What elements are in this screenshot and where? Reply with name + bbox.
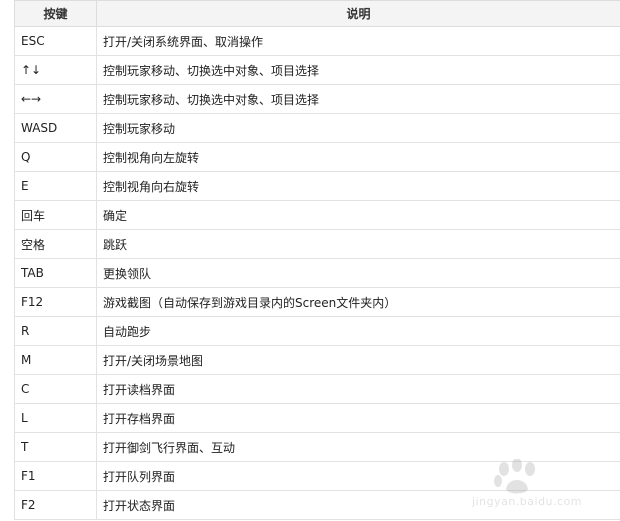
key-cell: T — [14, 432, 97, 462]
description-cell: 确定 — [96, 200, 620, 230]
key-cell: F1 — [14, 461, 97, 491]
key-bindings-table: 按键 说明 ESC 打开/关闭系统界面、取消操作 ↑↓ 控制玩家移动、切换选中对象、项… — [14, 0, 620, 520]
table-row: F2 打开状态界面 — [14, 490, 620, 520]
table-row: F12 游戏截图（自动保存到游戏目录内的Screen文件夹内） — [14, 287, 620, 317]
table-row: E 控制视角向右旋转 — [14, 171, 620, 201]
table-row: M 打开/关闭场景地图 — [14, 345, 620, 375]
key-cell: ESC — [14, 26, 97, 56]
table-body: ESC 打开/关闭系统界面、取消操作 ↑↓ 控制玩家移动、切换选中对象、项目选择 ←→ 控… — [14, 26, 620, 520]
key-cell: M — [14, 345, 97, 375]
description-cell: 控制玩家移动、切换选中对象、项目选择 — [96, 84, 620, 114]
description-cell: 打开/关闭场景地图 — [96, 345, 620, 375]
key-cell: TAB — [14, 258, 97, 288]
table-row: F1 打开队列界面 — [14, 461, 620, 491]
table-row: Q 控制视角向左旋转 — [14, 142, 620, 172]
description-cell: 游戏截图（自动保存到游戏目录内的Screen文件夹内） — [96, 287, 620, 317]
key-cell: L — [14, 403, 97, 433]
description-cell: 打开御剑飞行界面、互动 — [96, 432, 620, 462]
table-row: TAB 更换领队 — [14, 258, 620, 288]
table-row: R 自动跑步 — [14, 316, 620, 346]
key-cell: 回车 — [14, 200, 97, 230]
description-cell: 打开队列界面 — [96, 461, 620, 491]
header-description: 说明 — [96, 0, 620, 27]
description-cell: 打开读档界面 — [96, 374, 620, 404]
key-cell: C — [14, 374, 97, 404]
description-cell: 控制视角向左旋转 — [96, 142, 620, 172]
key-cell: Q — [14, 142, 97, 172]
header-key: 按键 — [14, 0, 97, 27]
description-cell: 控制视角向右旋转 — [96, 171, 620, 201]
table-row: ESC 打开/关闭系统界面、取消操作 — [14, 26, 620, 56]
description-cell: 跳跃 — [96, 229, 620, 259]
description-cell: 打开/关闭系统界面、取消操作 — [96, 26, 620, 56]
key-cell: F2 — [14, 490, 97, 520]
description-cell: 控制玩家移动、切换选中对象、项目选择 — [96, 55, 620, 85]
description-cell: 控制玩家移动 — [96, 113, 620, 143]
description-cell: 更换领队 — [96, 258, 620, 288]
table-header-row: 按键 说明 — [14, 0, 620, 27]
description-cell: 打开状态界面 — [96, 490, 620, 520]
table-row: WASD 控制玩家移动 — [14, 113, 620, 143]
table-row: L 打开存档界面 — [14, 403, 620, 433]
table-row: ←→ 控制玩家移动、切换选中对象、项目选择 — [14, 84, 620, 114]
description-cell: 自动跑步 — [96, 316, 620, 346]
key-cell: ←→ — [14, 84, 97, 114]
table-row: ↑↓ 控制玩家移动、切换选中对象、项目选择 — [14, 55, 620, 85]
key-cell: WASD — [14, 113, 97, 143]
key-cell: R — [14, 316, 97, 346]
table-row: 回车 确定 — [14, 200, 620, 230]
table-row: T 打开御剑飞行界面、互动 — [14, 432, 620, 462]
key-cell: F12 — [14, 287, 97, 317]
key-cell: E — [14, 171, 97, 201]
key-cell: 空格 — [14, 229, 97, 259]
table-row: C 打开读档界面 — [14, 374, 620, 404]
key-cell: ↑↓ — [14, 55, 97, 85]
table-row: 空格 跳跃 — [14, 229, 620, 259]
description-cell: 打开存档界面 — [96, 403, 620, 433]
